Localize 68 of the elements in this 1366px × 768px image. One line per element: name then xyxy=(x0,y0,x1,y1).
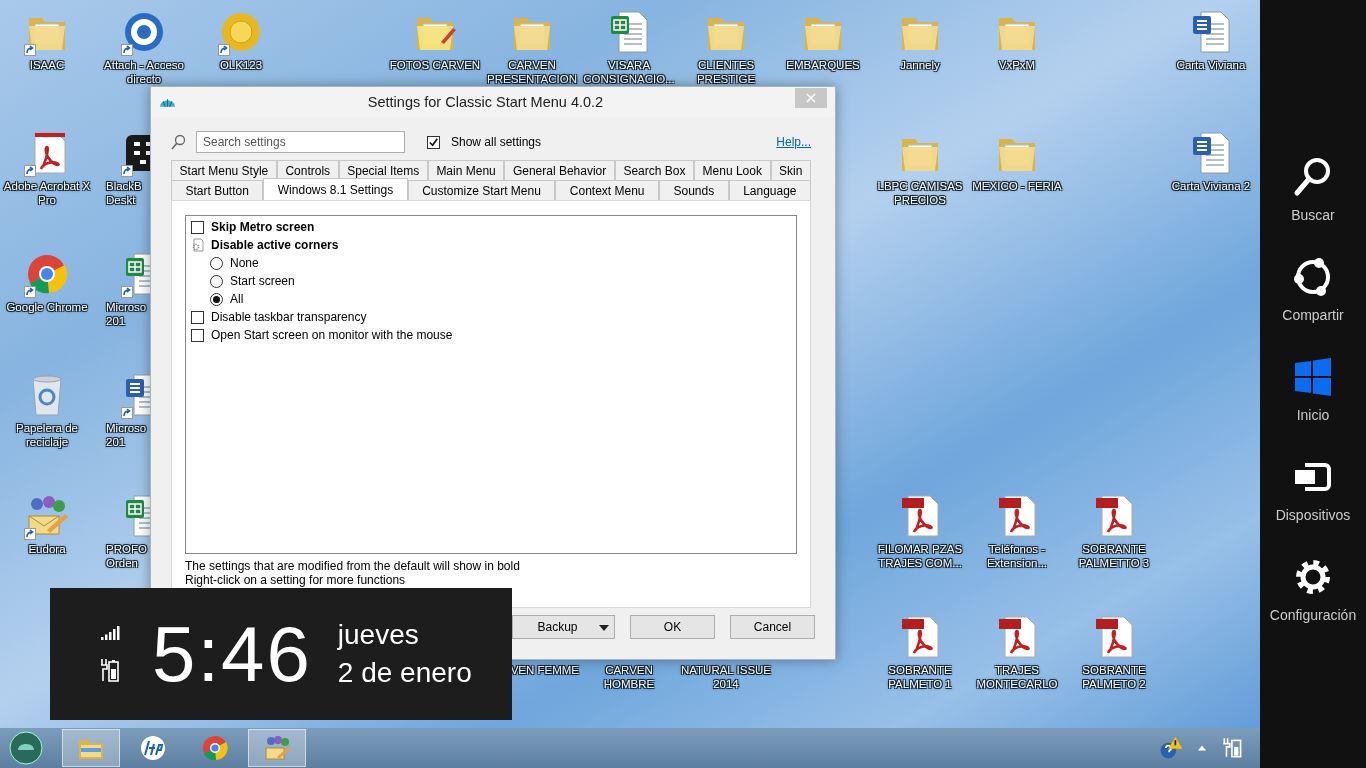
icon-label: Google Chrome xyxy=(6,300,88,314)
icon-label: Papelera de reciclaje xyxy=(16,421,78,449)
icon-label: EMBARQUES xyxy=(786,58,860,72)
icon-label: Carta Viviana 2 xyxy=(1171,179,1251,193)
tab[interactable]: Start Menu Style xyxy=(171,160,277,180)
tab[interactable]: Special Items xyxy=(338,160,428,180)
tab[interactable]: Start Button xyxy=(171,180,264,200)
setting-label[interactable]: Disable taskbar transparency xyxy=(211,310,367,324)
icon-label: LBPC CAMISAS PRECIOS xyxy=(877,179,963,207)
icon-label: NATURAL ISSUE 2014 xyxy=(680,663,772,691)
icon-label: Carta Viviana xyxy=(1176,58,1246,72)
icon-label: BlackB Deskt xyxy=(105,179,142,207)
tab[interactable]: Search Box xyxy=(614,160,694,180)
tab[interactable]: Sounds xyxy=(659,180,729,200)
icon-label: CARVEN HOMBRE xyxy=(603,663,655,691)
checkbox-label: Show all settings xyxy=(451,135,542,149)
icon-label: SOBRANTE PALMETO 2 xyxy=(1082,663,1146,691)
setting-label[interactable]: Skip Metro screen xyxy=(211,220,315,234)
charm-label[interactable]: Compartir xyxy=(1282,307,1344,323)
backup-button[interactable]: Backup xyxy=(512,615,615,639)
weekday-text: jueves xyxy=(337,618,420,652)
icon-label: VEN FEMME xyxy=(510,663,579,677)
charm-label[interactable]: Configuración xyxy=(1269,607,1357,623)
clock-time: 5:46 xyxy=(152,615,312,693)
icon-label: SOBRANTE PALMETTO 3 xyxy=(1078,542,1150,570)
icon-label: Eudora xyxy=(28,542,66,556)
tab[interactable]: Customize Start Menu xyxy=(407,180,556,200)
icon-label: TRAJES MONTECARLO xyxy=(976,663,1058,691)
icon-label: OLK123 xyxy=(219,58,263,72)
tab[interactable]: Windows 8.1 Settings xyxy=(263,178,408,200)
icon-label: VxPxM xyxy=(998,58,1036,72)
dialog-button[interactable]: OK xyxy=(630,615,715,639)
charm-label[interactable]: Dispositivos xyxy=(1275,507,1351,523)
icon-label: FOTOS CARVEN xyxy=(389,58,481,72)
icon-label: VISARA CONSIGNACIO... xyxy=(583,58,675,86)
note-text: The settings that are modified from the default will show in bold xyxy=(185,559,521,573)
date-text: 2 de enero xyxy=(337,656,472,690)
option-label[interactable]: Start screen xyxy=(230,274,295,288)
icon-label: SOBRANTE PALMETO 1 xyxy=(888,663,952,691)
charm-label[interactable]: Inicio xyxy=(1296,407,1330,423)
icon-label: Teléfonos - Extension... xyxy=(986,542,1048,570)
icon-label: Microso 201 xyxy=(105,421,147,449)
icon-label: CLIENTES PRESTIGE xyxy=(696,58,756,86)
icon-label: PROFO Orden xyxy=(105,542,147,570)
tab[interactable]: Skin xyxy=(770,160,811,180)
note-text: Right-click on a setting for more functions xyxy=(185,573,407,587)
tab[interactable]: Main Menu xyxy=(427,160,505,180)
icon-label: CARVEN PRESENTACION xyxy=(487,58,577,86)
tab[interactable]: Menu Look xyxy=(694,160,771,180)
tab[interactable]: Context Menu xyxy=(555,180,659,200)
icon-label: Adobe Acrobat X Pro xyxy=(3,179,91,207)
icon-label: FILOMAR PZAS TRAJES COM... xyxy=(877,542,963,570)
setting-label[interactable]: Open Start screen on monitor with the mouse xyxy=(211,328,453,342)
icon-label: MEXICO - FERIA xyxy=(972,179,1062,193)
help-link[interactable]: Help... xyxy=(776,135,811,149)
option-label[interactable]: All xyxy=(230,292,244,306)
dialog-button[interactable]: Cancel xyxy=(730,615,815,639)
tab[interactable]: General Behavior xyxy=(504,160,615,180)
window-title: Settings for Classic Start Menu 4.0.2 xyxy=(366,94,605,110)
tab[interactable]: Language xyxy=(728,180,811,200)
icon-label: ISAAC xyxy=(29,58,65,72)
icon-label: Jannely xyxy=(900,58,940,72)
icon-label: Attach - Acceso directo xyxy=(104,58,184,86)
icon-label: Microso 201 xyxy=(105,300,147,328)
charm-label[interactable]: Buscar xyxy=(1291,207,1335,223)
search-field[interactable]: Search settings xyxy=(196,131,405,153)
option-label[interactable]: None xyxy=(230,256,259,270)
setting-label[interactable]: Disable active corners xyxy=(211,238,339,252)
